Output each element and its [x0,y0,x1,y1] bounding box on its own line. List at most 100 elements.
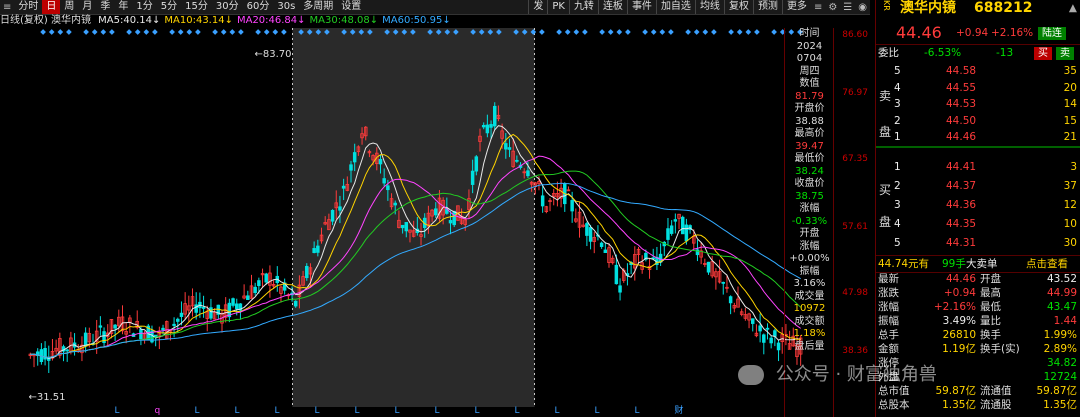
signal-diamond [152,29,158,35]
tool-button-0[interactable]: 发 [528,0,547,14]
candle-body [201,306,206,309]
tool-button-7[interactable]: 复权 [723,0,753,14]
kline-chart[interactable]: ←83.70 ←31.51 L q L L L L L L L L L L L L 财 [0,28,833,417]
period-tab-8[interactable]: 15分 [181,0,212,14]
sell-button[interactable]: 卖 [1056,47,1074,60]
close-icon[interactable]: ▲ [1069,0,1077,16]
bid-row-5[interactable]: 5 44.31 30 [876,235,1080,251]
webi-row: 委比 -6.53% -13 买 卖 [876,44,1080,61]
period-tab-1[interactable]: 日 [42,0,61,14]
info-item-9: 最低价 [794,153,825,164]
signal-diamond [134,29,141,35]
tool-button-5[interactable]: 加自选 [655,0,695,14]
candle-body [338,206,342,211]
candle-body [481,124,486,128]
period-tab-4[interactable]: 季 [96,0,114,14]
period-tab-2[interactable]: 周 [60,0,78,14]
candle-body [489,124,493,128]
volume: 20 [1063,81,1077,94]
tool-button-3[interactable]: 连板 [597,0,627,14]
stat-cell-1: 1.35亿 [942,399,976,411]
ask-row-2[interactable]: 2 44.50 15 [876,113,1080,129]
bid-row-2[interactable]: 2 44.37 37 [876,178,1080,194]
level: 4 [894,81,901,94]
stat-cell-3: 34.82 [1046,357,1077,369]
level: 2 [894,180,901,192]
level: 5 [894,237,901,249]
menu-icon[interactable]: ≡ [0,2,14,13]
ask-row-3[interactable]: 3 44.53 14 [876,96,1080,112]
event-marker-13: L [635,406,640,416]
candle-body [139,329,143,340]
bid-row-1[interactable]: 1 44.41 3 [876,159,1080,175]
volume: 21 [1063,131,1077,143]
tool-button-1[interactable]: PK [547,0,569,14]
info-item-19: 3.16% [793,278,826,289]
stat-row-5: 金额 1.19亿 换手(实) 2.89% [876,342,1080,356]
signal-diamond [582,29,588,35]
event-marker-10: L [515,406,520,416]
stat-cell-0: 总股本 [878,399,910,411]
period-tab-6[interactable]: 1分 [132,0,156,14]
ask-row-4[interactable]: 4 44.55 20 [876,80,1080,96]
ma-item-2: MA20:46.84↓ [236,15,306,26]
signal-diamond [573,29,580,35]
info-item-1: 0704 [796,53,823,64]
period-tab-11[interactable]: 30s [273,0,299,14]
big-order-label: 大卖单 [966,258,998,270]
signal-diamond [281,29,287,35]
axis-label-1: 76.97 [842,88,868,98]
tool-button-2[interactable]: 九转 [568,0,598,14]
signal-diamond [607,29,614,35]
period-tab-13[interactable]: 设置 [337,0,365,14]
price: 44.31 [946,237,977,249]
tool-button-6[interactable]: 均线 [694,0,724,14]
tool-button-8[interactable]: 预测 [752,0,782,14]
big-order-link[interactable]: 点击查看 [1026,256,1068,272]
toolbar-icon-3[interactable]: ◉ [855,2,870,13]
toolbar-icon-0[interactable]: ≡ [811,2,825,13]
signal-diamond [685,29,691,35]
signal-diamond [650,29,657,35]
tool-button-4[interactable]: 事件 [626,0,656,14]
ma-legend: 日线(复权) 澳华内镜 MA5:40.14↓ MA10:43.14↓ MA20:46… [0,14,455,28]
stat-cell-1: 44.46 [945,273,976,285]
candle-body [765,327,770,330]
period-tab-7[interactable]: 5分 [157,0,181,14]
event-marker-6: L [355,406,360,416]
ask-row-1[interactable]: 1 44.46 21 [876,129,1080,145]
price: 44.50 [946,114,977,127]
watermark: 公众号 · 财富独角兽 [738,360,937,386]
stat-row-3: 振幅 3.49% 量比 1.44 [876,314,1080,328]
signal-diamond [91,29,98,35]
axis-label-0: 86.60 [842,30,868,40]
candle-body [762,334,766,343]
stat-cell-3: 59.87亿 [1036,385,1077,397]
info-item-22: 成交额 [794,315,825,327]
signal-diamond [599,29,605,35]
toolbar-icon-2[interactable]: ☰ [840,2,855,13]
stat-cell-2: 换手 [980,329,1001,341]
period-tab-5[interactable]: 年 [114,0,132,14]
period-tab-10[interactable]: 60分 [243,0,274,14]
event-marker-7: L [395,406,400,416]
period-toolbar: ≡ 分时日周月季年 1分 5分 15分 30分 60分 30s 多周期 设置发 PK 九转 连板 事件 加自… [0,0,870,15]
signal-diamond [66,29,72,35]
event-marker-14: 财 [675,404,684,416]
candle-body [393,202,397,206]
candle-body [769,337,773,344]
stat-cell-3: 44.99 [1046,287,1077,299]
bid-row-4[interactable]: 4 44.35 10 [876,216,1080,232]
chart-prefix: 日线(复权) 澳华内镜 [0,15,91,26]
info-item-17: +0.00% [789,253,830,264]
period-tab-12[interactable]: 多周期 [299,0,337,14]
ask-row-5[interactable]: 5 44.58 35 [876,63,1080,79]
buy-button[interactable]: 买 [1034,47,1052,60]
period-tab-0[interactable]: 分时 [14,0,42,14]
tool-button-9[interactable]: 更多 [781,0,811,14]
toolbar-icon-1[interactable]: ⚙ [825,2,840,13]
period-tab-3[interactable]: 月 [78,0,96,14]
bid-row-3[interactable]: 3 44.36 12 [876,197,1080,213]
period-tab-9[interactable]: 30分 [212,0,243,14]
stat-cell-1: 26810 [942,329,976,341]
